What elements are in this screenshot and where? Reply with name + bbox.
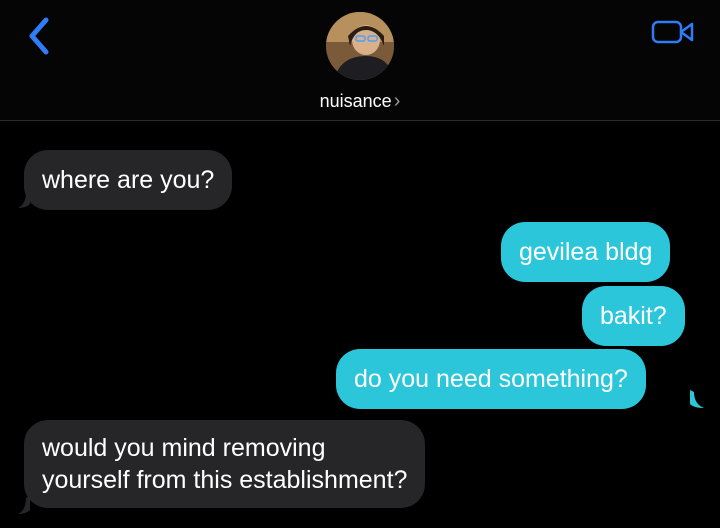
- outgoing-bubble-tail: [690, 390, 704, 408]
- message-text-line: would you mind removing: [42, 434, 326, 462]
- message-text: gevilea bldg: [519, 238, 653, 266]
- conversation-header: nuisance ›: [0, 0, 720, 121]
- message-bubble-outgoing[interactable]: gevilea bldg: [501, 222, 671, 282]
- message-text: where are you?: [42, 166, 215, 194]
- contact-avatar[interactable]: [326, 12, 394, 80]
- video-camera-icon[interactable]: [650, 16, 696, 48]
- message-text: do you need something?: [354, 365, 628, 393]
- message-text: bakit?: [600, 302, 667, 330]
- message-bubble-incoming[interactable]: where are you?: [24, 150, 233, 210]
- avatar-photo-icon: [326, 12, 394, 80]
- message-bubble-outgoing[interactable]: bakit?: [582, 286, 685, 346]
- chevron-right-icon: ›: [393, 90, 401, 112]
- back-chevron-icon[interactable]: [22, 14, 58, 58]
- message-bubble-outgoing[interactable]: do you need something?: [336, 349, 646, 409]
- contact-name: nuisance: [319, 91, 392, 111]
- message-bubble-incoming[interactable]: would you mind removing yourself from th…: [24, 420, 426, 508]
- message-text-line: yourself from this establishment?: [42, 466, 408, 494]
- contact-name-button[interactable]: nuisance ›: [0, 90, 720, 113]
